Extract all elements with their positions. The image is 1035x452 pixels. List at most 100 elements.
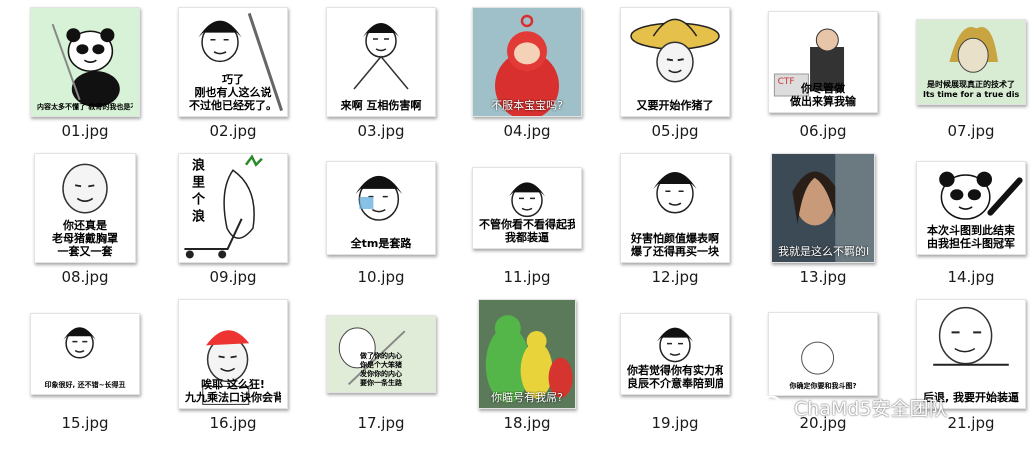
thumbnail-wrap: 你还真是 老母猪戴胸罩 一套又一套 (10, 152, 160, 264)
thumbnail-caption: 你确定你要和我斗图? (789, 382, 857, 390)
file-name[interactable]: 15.jpg (10, 414, 160, 432)
thumbnail-wrap: 你瞄号有我屌? (452, 298, 602, 410)
file-thumbnail[interactable]: 我就是这么不羁的BOY (771, 153, 875, 263)
file-name[interactable]: 04.jpg (452, 122, 602, 140)
file-name[interactable]: 02.jpg (158, 122, 308, 140)
thumbnail-wrap: 全tm是套路 (306, 152, 456, 264)
file-name[interactable]: 03.jpg (306, 122, 456, 140)
thumbnail-wrap: 不服本宝宝吗? (452, 6, 602, 118)
file-item[interactable]: 内容太多不懂了 教寄的我也是不看不了 这一定要你在学你们 01.jpg (10, 6, 160, 146)
file-name[interactable]: 07.jpg (896, 122, 1035, 140)
file-name[interactable]: 05.jpg (600, 122, 750, 140)
thumbnail-caption: 好害怕颜值爆表啊 爆了还得再买一块 (631, 232, 719, 258)
file-name[interactable]: 10.jpg (306, 268, 456, 286)
file-thumbnail[interactable]: 好害怕颜值爆表啊 爆了还得再买一块 (620, 153, 730, 263)
file-name[interactable]: 17.jpg (306, 414, 456, 432)
file-thumbnail[interactable]: 你若觉得你有实力和我玩 良辰不介意奉陪到底 (620, 313, 730, 395)
file-name[interactable]: 16.jpg (158, 414, 308, 432)
thumbnail-caption: 巧了 刚也有人这么说 不过他已经死了。 (189, 73, 277, 112)
file-item[interactable]: 你若觉得你有实力和我玩 良辰不介意奉陪到底 19.jpg (600, 298, 750, 438)
file-item[interactable]: 又要开始作猪了 05.jpg (600, 6, 750, 146)
thumbnail-wrap: 印象很好, 还不错~长得丑 (10, 298, 160, 410)
file-thumbnail[interactable]: 巧了 刚也有人这么说 不过他已经死了。 (178, 7, 288, 117)
thumbnail-wrap: 内容太多不懂了 教寄的我也是不看不了 这一定要你在学你们 (10, 6, 160, 118)
file-thumbnail[interactable]: 内容太多不懂了 教寄的我也是不看不了 这一定要你在学你们 (30, 7, 140, 117)
file-name[interactable]: 12.jpg (600, 268, 750, 286)
file-item[interactable]: 好害怕颜值爆表啊 爆了还得再买一块 12.jpg (600, 152, 750, 292)
file-thumbnail[interactable]: 又要开始作猪了 (620, 7, 730, 117)
file-thumbnail[interactable]: CTF 你尽管做 做出来算我输 (768, 11, 878, 113)
file-thumbnail[interactable]: 你还真是 老母猪戴胸罩 一套又一套 (34, 153, 136, 263)
file-thumbnail[interactable]: 印象很好, 还不错~长得丑 (30, 313, 140, 395)
file-thumbnail[interactable]: 是时候展现真正的技术了 Its time for a true display … (916, 19, 1026, 105)
thumbnail-caption: 本次斗图到此结束 由我担任斗图冠军 (927, 224, 1015, 250)
thumbnail-caption: 不服本宝宝吗? (491, 99, 563, 112)
file-item[interactable]: CTF 你尽管做 做出来算我输 06.jpg (748, 6, 898, 146)
thumbnail-caption: 你尽管做 做出来算我输 (790, 82, 856, 108)
file-item[interactable]: 我就是这么不羁的BOY 13.jpg (748, 152, 898, 292)
thumbnail-caption: 做了你的内心 你是个大笨猪 发你你的内心 要你一条生路 (360, 352, 402, 387)
file-name[interactable]: 18.jpg (452, 414, 602, 432)
thumbnail-caption: 印象很好, 还不错~长得丑 (44, 381, 126, 389)
file-name[interactable]: 11.jpg (452, 268, 602, 286)
file-item[interactable]: 全tm是套路 10.jpg (306, 152, 456, 292)
file-item[interactable]: 来啊 互相伤害啊 03.jpg (306, 6, 456, 146)
thumbnail-wrap: 来啊 互相伤害啊 (306, 6, 456, 118)
thumbnail-wrap: 本次斗图到此结束 由我担任斗图冠军 (896, 152, 1035, 264)
file-item[interactable]: 是时候展现真正的技术了 Its time for a true display … (896, 6, 1035, 146)
watermark: ChaMd5安全团队 (760, 392, 948, 422)
thumbnail-wrap: 浪里个浪 (158, 152, 308, 264)
thumbnail-wrap: 又要开始作猪了 (600, 6, 750, 118)
thumbnail-wrap: 你若觉得你有实力和我玩 良辰不介意奉陪到底 (600, 298, 750, 410)
thumbnail-illustration (51, 23, 120, 107)
thumbnail-caption: 你还真是 老母猪戴胸罩 一套又一套 (52, 219, 118, 258)
thumbnail-wrap: 是时候展现真正的技术了 Its time for a true display … (896, 6, 1035, 118)
file-thumbnail[interactable]: 来啊 互相伤害啊 (326, 7, 436, 117)
file-item[interactable]: 你还真是 老母猪戴胸罩 一套又一套 08.jpg (10, 152, 160, 292)
thumbnail-caption: 是时候展现真正的技术了 Its time for a true display … (923, 80, 1019, 99)
file-thumbnail[interactable]: 不服本宝宝吗? (472, 7, 582, 117)
thumbnail-wrap: 巧了 刚也有人这么说 不过他已经死了。 (158, 6, 308, 118)
file-item[interactable]: 本次斗图到此结束 由我担任斗图冠军 14.jpg (896, 152, 1035, 292)
file-name[interactable]: 08.jpg (10, 268, 160, 286)
file-thumbnail[interactable]: 你确定你要和我斗图? (768, 312, 878, 396)
watermark-text: ChaMd5安全团队 (794, 397, 948, 420)
file-name[interactable]: 06.jpg (748, 122, 898, 140)
thumbnail-caption: 唉耶 这么狂! 九九乘法口诀你会背吗? (185, 378, 281, 404)
thumbnail-caption: 你瞄号有我屌? (491, 391, 563, 404)
file-item[interactable]: 不服本宝宝吗? 04.jpg (452, 6, 602, 146)
file-thumbnail[interactable]: 不管你看不看得起我 我都装逼 (472, 167, 582, 249)
file-item[interactable]: 巧了 刚也有人这么说 不过他已经死了。 02.jpg (158, 6, 308, 146)
file-name[interactable]: 19.jpg (600, 414, 750, 432)
file-name[interactable]: 09.jpg (158, 268, 308, 286)
file-item[interactable]: 印象很好, 还不错~长得丑 15.jpg (10, 298, 160, 438)
file-name[interactable]: 13.jpg (748, 268, 898, 286)
thumbnail-caption: 我就是这么不羁的BOY (778, 245, 868, 258)
thumbnail-caption: 内容太多不懂了 教寄的我也是不看不了 这一定要你在学你们 (37, 103, 133, 111)
wechat-icon (760, 395, 787, 418)
file-name[interactable]: 14.jpg (896, 268, 1035, 286)
file-thumbnail[interactable]: 浪里个浪 (178, 153, 288, 263)
file-thumbnail[interactable]: 做了你的内心 你是个大笨猪 发你你的内心 要你一条生路 (326, 315, 436, 393)
thumbnail-wrap: 做了你的内心 你是个大笨猪 发你你的内心 要你一条生路 (306, 298, 456, 410)
file-item[interactable]: 唉耶 这么狂! 九九乘法口诀你会背吗? 16.jpg (158, 298, 308, 438)
thumbnail-wrap: 我就是这么不羁的BOY (748, 152, 898, 264)
file-item[interactable]: 浪里个浪 09.jpg (158, 152, 308, 292)
thumbnail-wrap: 不管你看不看得起我 我都装逼 (452, 152, 602, 264)
file-grid: 内容太多不懂了 教寄的我也是不看不了 这一定要你在学你们01.jpg巧了 刚也有… (0, 0, 1035, 452)
thumbnail-caption: 来啊 互相伤害啊 (340, 99, 422, 112)
file-thumbnail[interactable]: 本次斗图到此结束 由我担任斗图冠军 (916, 161, 1026, 255)
file-item[interactable]: 你瞄号有我屌? 18.jpg (452, 298, 602, 438)
file-name[interactable]: 01.jpg (10, 122, 160, 140)
file-thumbnail[interactable]: 全tm是套路 (326, 161, 436, 255)
thumbnail-caption: 不管你看不看得起我 我都装逼 (479, 218, 575, 244)
thumbnail-wrap: 好害怕颜值爆表啊 爆了还得再买一块 (600, 152, 750, 264)
thumbnail-wrap: CTF 你尽管做 做出来算我输 (748, 6, 898, 118)
file-item[interactable]: 不管你看不看得起我 我都装逼 11.jpg (452, 152, 602, 292)
file-thumbnail[interactable]: 唉耶 这么狂! 九九乘法口诀你会背吗? (178, 299, 288, 409)
file-item[interactable]: 做了你的内心 你是个大笨猪 发你你的内心 要你一条生路 17.jpg (306, 298, 456, 438)
thumbnail-caption: 浪里个浪 (189, 158, 204, 226)
file-thumbnail[interactable]: 你瞄号有我屌? (478, 299, 576, 409)
thumbnail-caption: 全tm是套路 (350, 237, 412, 250)
thumbnail-caption: 你若觉得你有实力和我玩 良辰不介意奉陪到底 (627, 364, 723, 390)
